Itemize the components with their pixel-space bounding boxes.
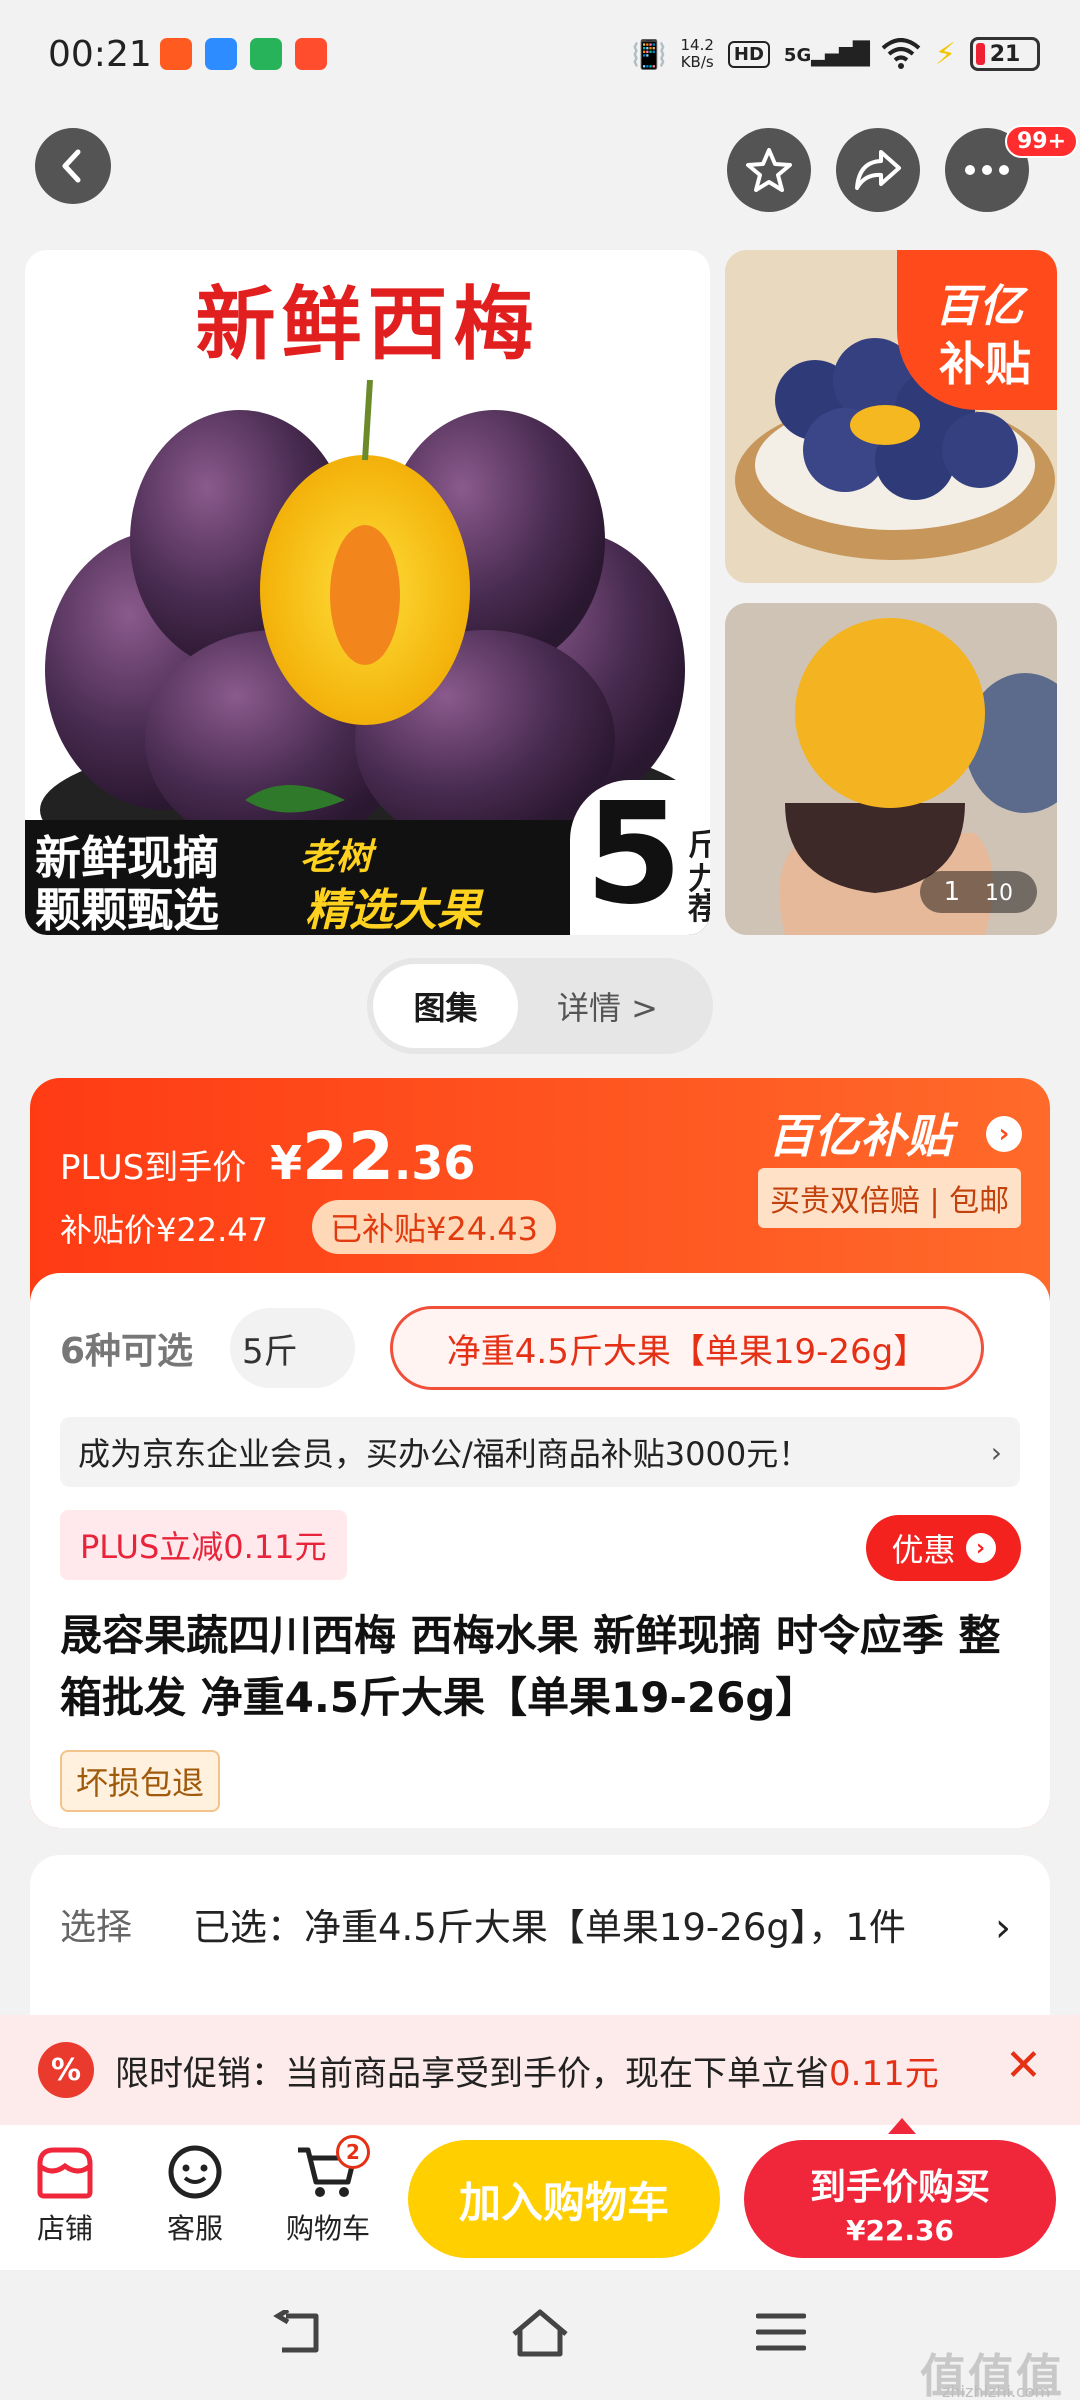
discount-button[interactable]: 优惠 › [866, 1515, 1021, 1581]
chevron-right-icon[interactable]: › [995, 1905, 1011, 1951]
subsidy-brand[interactable]: 百亿补贴 [768, 1100, 952, 1166]
status-icons: 📳 14.2 KB/s HD 5G▂▄▆█ ⚡ 21 [632, 32, 1040, 76]
customer-service-button[interactable]: 客服 [150, 2137, 240, 2247]
charging-icon: ⚡ [934, 36, 956, 72]
store-button[interactable]: 店铺 [20, 2137, 110, 2247]
share-button[interactable] [836, 128, 920, 212]
promo-text: 限时促销：当前商品享受到手价，现在下单立省0.11元 [115, 2054, 939, 2094]
buy-now-button[interactable]: 到手价购买 ¥22.36 [744, 2140, 1056, 2258]
battery-icon: 21 [970, 37, 1040, 71]
option-chip[interactable]: 5斤 [230, 1308, 355, 1388]
cart-button[interactable]: 购物车 2 [278, 2135, 378, 2247]
app-notification-icon [160, 38, 192, 70]
net-speed: 14.2 KB/s [680, 36, 714, 71]
signal-icon: 5G▂▄▆█ [783, 41, 870, 67]
selection-value: 已选：净重4.5斤大果【单果19-26g】，1件 [193, 1906, 906, 1949]
tab-details[interactable]: 详情 > [557, 958, 658, 1054]
price-value: ¥22.36 [270, 1118, 476, 1195]
watermark-url: zhizhizhi.com [942, 2382, 1051, 2400]
share-icon [855, 150, 901, 190]
add-to-cart-button[interactable]: 加入购物车 [408, 2140, 720, 2258]
vibrate-icon: 📳 [631, 37, 667, 71]
back-nav-icon[interactable] [272, 2310, 326, 2356]
app-notification-icon [295, 38, 327, 70]
gallery-details-switch: 图集 详情 > [367, 958, 713, 1054]
home-nav-icon[interactable] [510, 2308, 570, 2358]
weight-label: 5 斤 力荐 [570, 780, 710, 935]
option-chip-selected[interactable]: 净重4.5斤大果【单果19-26g】 [390, 1306, 984, 1390]
star-icon [746, 148, 792, 192]
tab-gallery[interactable]: 图集 [373, 964, 518, 1048]
wifi-icon [881, 38, 921, 69]
app-notification-icon [250, 38, 282, 70]
image-headline: 新鲜西梅 [195, 277, 540, 371]
back-button[interactable] [35, 128, 111, 204]
subsidy-price: 补贴价¥22.47 [60, 1211, 268, 1249]
chevron-right-icon: › [965, 1533, 996, 1563]
product-title: 晟容果蔬四川西梅 西梅水果 新鲜现摘 时令应季 整箱批发 净重4.5斤大果【单果… [60, 1611, 1001, 1722]
option-count: 6种可选 [60, 1331, 194, 1372]
percent-icon: % [38, 2042, 94, 2098]
buy-pointer [888, 2118, 916, 2134]
favorite-button[interactable] [727, 128, 811, 212]
menu-nav-icon[interactable] [756, 2312, 806, 2352]
app-notification-icon [205, 38, 237, 70]
subsidy-corner-badge: 百亿 补贴 [897, 250, 1057, 410]
plus-discount-tag: PLUS立减0.11元 [60, 1510, 347, 1580]
cart-count-badge: 2 [336, 2135, 370, 2169]
status-bar: 00:21 📳 14.2 KB/s HD 5G▂▄▆█ ⚡ 21 [0, 0, 1080, 110]
status-time: 00:21 [48, 34, 152, 75]
guarantee-tag: 买贵双倍赔 | 包邮 [758, 1168, 1022, 1228]
banner-text: 新鲜现摘 颗颗甄选 [35, 831, 219, 935]
chevron-left-icon [62, 149, 81, 183]
close-icon[interactable]: ✕ [1005, 2040, 1042, 2091]
system-navigation-bar: 值值值 zhizhizhi.com [0, 2270, 1080, 2400]
product-thumbnail[interactable]: 1 10 [725, 603, 1057, 935]
hd-icon: HD [727, 40, 770, 68]
more-icon [965, 165, 1009, 175]
selection-label: 选择 [60, 1907, 133, 1948]
chevron-right-icon: › [990, 1435, 1002, 1469]
image-counter: 1 10 [919, 871, 1037, 913]
service-icon [168, 2145, 222, 2199]
banner-tag: 精选大果 [305, 885, 481, 935]
product-main-image[interactable]: 新鲜西梅 新鲜现摘 颗颗甄选 老树 精选大果 5 斤 力荐 [25, 250, 710, 935]
product-thumbnail[interactable]: 百亿 补贴 [725, 250, 1057, 583]
subsidy-amount-tag: 已补贴¥24.43 [312, 1200, 556, 1254]
banner-tag: 老树 [300, 837, 373, 878]
plus-price-label: PLUS到手价 [60, 1148, 247, 1188]
enterprise-promo-strip[interactable]: 成为京东企业会员，买办公/福利商品补贴3000元！ › [60, 1417, 1020, 1487]
image-banner: 新鲜现摘 颗颗甄选 老树 精选大果 5 斤 力荐 [25, 780, 710, 935]
chevron-right-icon[interactable]: › [986, 1116, 1022, 1152]
return-policy-tag: 坏损包退 [60, 1750, 221, 1812]
notification-badge: 99+ [1005, 125, 1079, 158]
store-icon [37, 2147, 93, 2199]
